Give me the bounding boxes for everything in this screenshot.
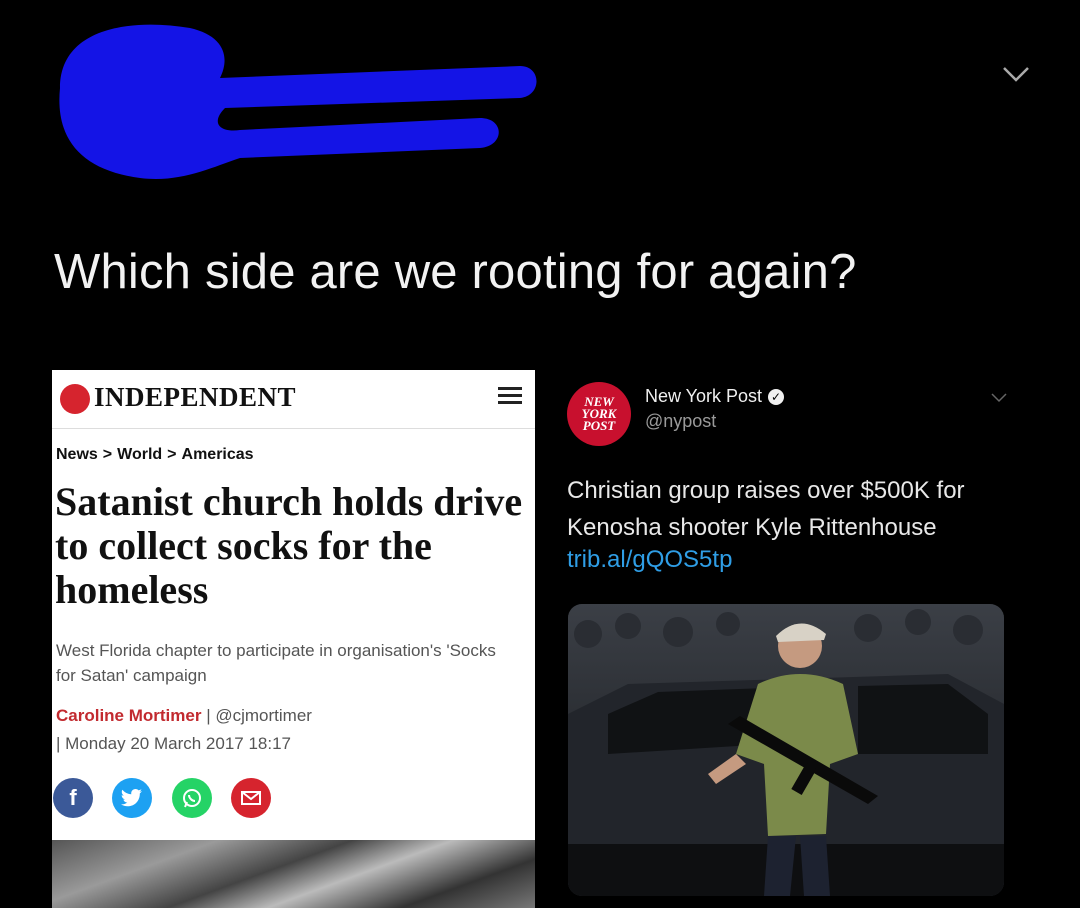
nypost-avatar[interactable]: NEW YORK POST	[567, 382, 631, 446]
article-headline: Satanist church holds drive to collect s…	[55, 479, 523, 612]
article-date-text: Monday 20 March 2017 18:17	[65, 734, 292, 753]
breadcrumb-separator: >	[102, 446, 113, 463]
hamburger-menu-icon[interactable]	[498, 387, 522, 407]
byline-separator: |	[206, 706, 216, 725]
article-subhead: West Florida chapter to participate in o…	[56, 641, 496, 685]
chevron-down-icon[interactable]	[990, 392, 1008, 404]
breadcrumb-separator: >	[167, 446, 177, 463]
whatsapp-icon[interactable]	[172, 778, 212, 818]
facebook-icon[interactable]: f	[53, 778, 93, 818]
breadcrumb-news[interactable]: News	[56, 446, 98, 464]
email-icon[interactable]	[231, 778, 271, 818]
author-handle[interactable]: @cjmortimer	[215, 706, 312, 725]
tweet-text: Which side are we rooting for again?	[54, 245, 857, 299]
tweet-photo[interactable]	[568, 604, 1004, 896]
article-byline: Caroline Mortimer | @cjmortimer	[56, 706, 312, 726]
independent-header: INDEPENDENT	[52, 370, 535, 429]
independent-brand: INDEPENDENT	[94, 382, 297, 412]
breadcrumb-world[interactable]: World	[117, 446, 162, 464]
independent-article-card[interactable]: INDEPENDENT News > World > Americas Sata…	[52, 370, 535, 908]
nypost-logo-text: NEW YORK POST	[581, 394, 617, 433]
twitter-icon[interactable]	[112, 778, 152, 818]
nypost-handle[interactable]: @nypost	[645, 411, 716, 432]
eagle-logo-icon	[60, 384, 90, 414]
photo-illustration	[568, 604, 1004, 896]
author-name[interactable]: Caroline Mortimer	[56, 706, 201, 725]
chevron-down-icon[interactable]	[1000, 62, 1032, 86]
verified-badge-icon: ✓	[768, 388, 785, 405]
article-image	[52, 840, 535, 908]
nypost-tweet-link[interactable]: trib.al/gQOS5tp	[567, 546, 732, 574]
article-date: | Monday 20 March 2017 18:17	[56, 734, 291, 754]
breadcrumb-americas[interactable]: Americas	[182, 446, 254, 464]
nypost-tweet-text: Christian group raises over $500K for Ke…	[567, 477, 965, 541]
nypost-name-row[interactable]: New York Post ✓	[645, 386, 785, 407]
nypost-name[interactable]: New York Post	[645, 386, 762, 407]
date-separator: |	[56, 734, 66, 753]
breadcrumb: News > World > Americas	[56, 446, 254, 464]
redaction-scribble	[59, 24, 537, 179]
